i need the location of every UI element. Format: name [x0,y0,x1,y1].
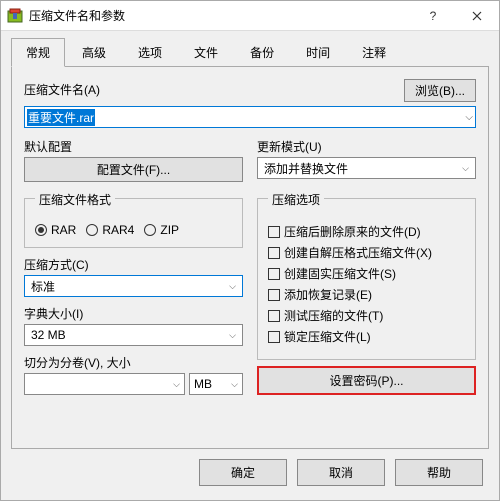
compression-method-select[interactable]: 标准 ⌵ [24,275,243,297]
archive-name-label: 压缩文件名(A) [24,81,100,98]
opt-delete-after-checkbox[interactable]: 压缩后删除原来的文件(D) [268,223,465,240]
app-icon [7,8,23,24]
split-size-input[interactable]: ⌵ [24,373,185,395]
split-volumes-label: 切分为分卷(V), 大小 [24,354,243,371]
help-button[interactable]: ? [411,1,455,31]
opt-lock-checkbox[interactable]: 锁定压缩文件(L) [268,328,465,345]
tab-time[interactable]: 时间 [291,38,345,67]
chevron-down-icon: ⌵ [231,379,238,390]
ok-button[interactable]: 确定 [199,459,287,486]
dialog-footer: 确定 取消 帮助 [1,449,499,500]
default-profile-label: 默认配置 [24,138,243,155]
split-unit-value: MB [194,377,212,391]
update-mode-label: 更新模式(U) [257,138,476,155]
format-zip-radio[interactable]: ZIP [144,223,179,237]
archiving-options-legend: 压缩选项 [268,191,324,208]
tab-panel-general: 压缩文件名(A) 浏览(B)... 重要文件.rar ⌵ 默认配置 配置文件(F… [11,66,489,449]
opt-sfx-checkbox[interactable]: 创建自解压格式压缩文件(X) [268,244,465,261]
titlebar: 压缩文件名和参数 ? [1,1,499,31]
tab-comment[interactable]: 注释 [347,38,401,67]
tab-backup[interactable]: 备份 [235,38,289,67]
opt-solid-checkbox[interactable]: 创建固实压缩文件(S) [268,265,465,282]
dictionary-size-value: 32 MB [31,328,66,342]
tab-files[interactable]: 文件 [179,38,233,67]
format-rar4-radio[interactable]: RAR4 [86,223,134,237]
compression-method-value: 标准 [31,278,55,295]
archive-name-input[interactable]: 重要文件.rar ⌵ [24,106,476,128]
chevron-down-icon: ⌵ [173,379,180,390]
cancel-button[interactable]: 取消 [297,459,385,486]
chevron-down-icon: ⌵ [462,163,469,174]
dictionary-size-label: 字典大小(I) [24,305,243,322]
close-button[interactable] [455,1,499,31]
tab-general[interactable]: 常规 [11,38,65,67]
tab-bar: 常规 高级 选项 文件 备份 时间 注释 [1,31,499,66]
archive-name-value: 重要文件.rar [27,109,95,126]
chevron-down-icon: ⌵ [465,112,473,123]
archive-format-legend: 压缩文件格式 [35,191,115,208]
dialog-window: 压缩文件名和参数 ? 常规 高级 选项 文件 备份 时间 注释 压缩文件名(A)… [0,0,500,501]
browse-button[interactable]: 浏览(B)... [404,79,476,102]
window-title: 压缩文件名和参数 [29,7,411,24]
help-footer-button[interactable]: 帮助 [395,459,483,486]
tab-options[interactable]: 选项 [123,38,177,67]
archiving-options-group: 压缩选项 压缩后删除原来的文件(D) 创建自解压格式压缩文件(X) 创建固实压缩… [257,198,476,360]
dictionary-size-select[interactable]: 32 MB ⌵ [24,324,243,346]
tab-advanced[interactable]: 高级 [67,38,121,67]
window-controls: ? [411,1,499,31]
opt-recovery-checkbox[interactable]: 添加恢复记录(E) [268,286,465,303]
update-mode-select[interactable]: 添加并替换文件 ⌵ [257,157,476,179]
compression-method-label: 压缩方式(C) [24,256,243,273]
format-rar-radio[interactable]: RAR [35,223,76,237]
profiles-button[interactable]: 配置文件(F)... [24,157,243,182]
chevron-down-icon: ⌵ [229,330,236,341]
update-mode-value: 添加并替换文件 [264,160,348,177]
opt-test-checkbox[interactable]: 测试压缩的文件(T) [268,307,465,324]
archive-format-group: 压缩文件格式 RAR RAR4 ZIP [24,198,243,248]
split-unit-select[interactable]: MB ⌵ [189,373,243,395]
chevron-down-icon: ⌵ [229,281,236,292]
set-password-button[interactable]: 设置密码(P)... [257,366,476,395]
